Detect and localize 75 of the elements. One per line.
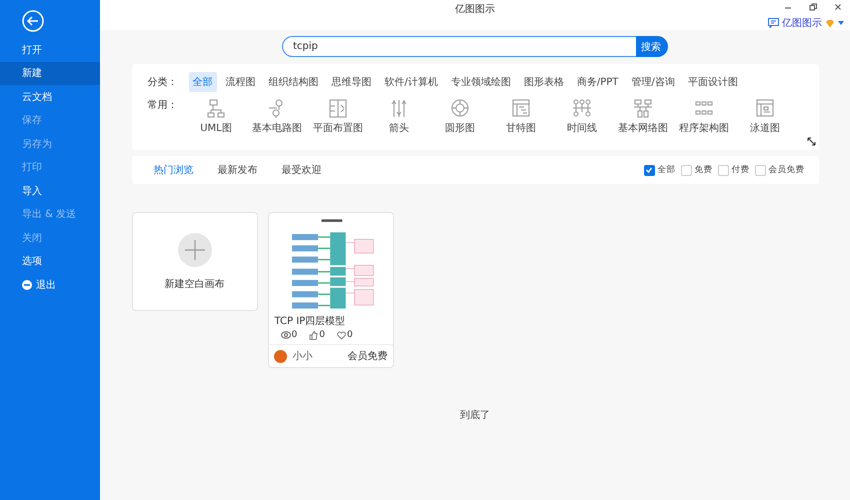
category-tab[interactable]: 流程图	[222, 72, 260, 92]
diagram-type[interactable]: 甘特图	[492, 98, 550, 135]
back-icon[interactable]	[22, 10, 44, 32]
sort-tab[interactable]: 热门浏览	[154, 163, 194, 177]
price-label: 会员免费	[348, 350, 388, 363]
diagram-type[interactable]: 圆形图	[432, 98, 488, 135]
timeline-diagram-icon	[572, 98, 592, 119]
checkbox[interactable]	[680, 164, 692, 176]
category-tab[interactable]: 全部	[188, 72, 216, 92]
filter-label: 免费	[694, 164, 712, 176]
avatar	[274, 350, 286, 362]
swimlane-diagram-icon	[755, 98, 775, 119]
message-icon[interactable]	[768, 18, 779, 28]
restore-icon[interactable]	[809, 3, 817, 11]
category-tab[interactable]: 专业领域绘图	[446, 72, 515, 92]
template-card[interactable]: TCP IP四层模型 0 0 0 小小 会员免费	[268, 212, 394, 368]
checkbox[interactable]	[644, 164, 654, 176]
like-count: 0	[319, 330, 325, 340]
expand-icon[interactable]	[806, 137, 816, 146]
check-icon	[645, 166, 653, 174]
floor-diagram-icon	[328, 98, 348, 119]
gantt-diagram-icon	[511, 98, 531, 119]
filter-label: 付费	[732, 164, 750, 176]
category-tab[interactable]: 平面设计图	[684, 72, 742, 92]
circle-diagram-icon	[450, 98, 470, 119]
uml-diagram-icon	[206, 98, 226, 119]
diamond-icon	[825, 18, 835, 28]
common-label: 常用：	[148, 98, 178, 112]
category-tab[interactable]: 软件/计算机	[380, 72, 442, 92]
card-label: 新建空白画布	[164, 278, 224, 290]
heart-icon[interactable]	[336, 330, 346, 340]
diagram-type[interactable]: 平面布置图	[310, 98, 366, 135]
diagram-type[interactable]: 泳道图	[736, 98, 794, 135]
filter-label: 会员免费	[768, 164, 804, 176]
checkbox[interactable]	[754, 164, 766, 176]
window-title: 亿图图示	[455, 3, 495, 16]
category-tab[interactable]: 思维导图	[328, 72, 376, 92]
diagram-type[interactable]: 箭头	[370, 98, 428, 135]
sidebar-item[interactable]: 退出	[0, 273, 100, 296]
sort-tab[interactable]: 最新发布	[218, 163, 258, 177]
sidebar-item[interactable]: 导入	[0, 179, 100, 202]
diagram-type[interactable]: 基本电路图	[248, 98, 306, 135]
category-label: 分类：	[148, 76, 178, 89]
new-blank-card[interactable]: 新建空白画布	[132, 212, 258, 311]
diagram-type[interactable]: UML图	[188, 98, 244, 135]
caret-icon[interactable]	[838, 21, 844, 25]
sidebar-item[interactable]: 选项	[0, 250, 100, 273]
diagram-type[interactable]: 时间线	[554, 98, 610, 135]
search-button[interactable]: 搜索	[636, 36, 668, 57]
checkbox[interactable]	[718, 164, 728, 176]
category-tab[interactable]: 商务/PPT	[572, 72, 622, 92]
eye-icon	[280, 331, 290, 339]
favorite-count: 0	[346, 330, 353, 340]
search-field[interactable]: tcpip	[282, 36, 636, 57]
close-icon[interactable]	[834, 3, 842, 11]
arrows-diagram-icon	[389, 98, 409, 119]
diagram-type[interactable]: 程序架构图	[676, 98, 732, 135]
category-tab[interactable]: 管理/咨询	[627, 72, 679, 92]
sidebar-item[interactable]: 打开	[0, 38, 100, 62]
sidebar-item[interactable]: 云文档	[0, 85, 100, 108]
diagram-type[interactable]: 基本网络图	[614, 98, 672, 135]
end-of-list-text: 到底了	[460, 408, 490, 422]
author-name: 小小	[292, 350, 314, 363]
sidebar-item[interactable]: 新建	[0, 62, 100, 85]
view-count: 0	[292, 330, 298, 340]
category-tab[interactable]: 图形表格	[520, 72, 568, 92]
exit-icon	[22, 280, 32, 290]
network-diagram-icon	[633, 98, 653, 119]
plus-icon	[178, 232, 212, 266]
sort-tab[interactable]: 最受欢迎	[282, 163, 322, 177]
account-name[interactable]: 亿图图示	[782, 16, 822, 30]
template-title: TCP IP四层模型	[274, 314, 346, 328]
thumbs-up-icon[interactable]	[309, 330, 318, 340]
filter-label: 全部	[658, 164, 676, 176]
category-tab[interactable]: 组织结构图	[264, 72, 322, 92]
